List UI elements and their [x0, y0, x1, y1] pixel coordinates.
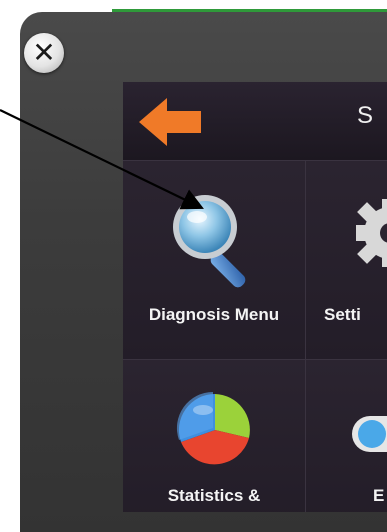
- callout-arrow: [0, 109, 204, 210]
